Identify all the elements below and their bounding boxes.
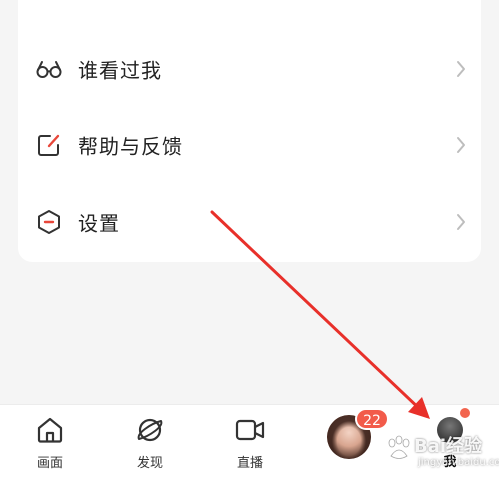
planet-icon [137, 418, 163, 442]
menu-item-label: 帮助与反馈 [78, 134, 183, 159]
tab-label: 发现 [136, 456, 163, 471]
chevron-right-icon [457, 214, 465, 230]
tab-home[interactable]: 画面 [10, 405, 90, 477]
chevron-right-icon [457, 137, 465, 153]
user-avatar[interactable] [437, 417, 463, 443]
menu-item-help-feedback[interactable]: 帮助与反馈 [18, 110, 481, 180]
tab-me-label[interactable]: 我 [430, 451, 470, 470]
menu-item-settings[interactable]: 设置 [18, 187, 481, 257]
notification-badge: 22 [355, 408, 389, 430]
menu-item-label: 谁看过我 [78, 58, 162, 83]
menu-card: 谁看过我 帮助与反馈 设置 [18, 0, 481, 262]
menu-item-label: 设置 [78, 211, 120, 236]
unread-dot [460, 408, 470, 418]
tab-live[interactable]: 直播 [210, 405, 290, 477]
home-icon [37, 417, 63, 443]
bottom-tab-bar: 画面 发现 直播 [0, 404, 499, 477]
tab-discover[interactable]: 发现 [110, 405, 190, 477]
edit-note-icon [38, 134, 60, 156]
settings-hexagon-icon [38, 210, 60, 234]
video-camera-icon [235, 419, 265, 441]
chevron-right-icon [457, 61, 465, 77]
glasses-icon [36, 61, 62, 78]
tab-label: 画面 [36, 456, 63, 471]
tab-label: 直播 [236, 456, 263, 471]
menu-item-who-viewed-me[interactable]: 谁看过我 [18, 34, 481, 104]
